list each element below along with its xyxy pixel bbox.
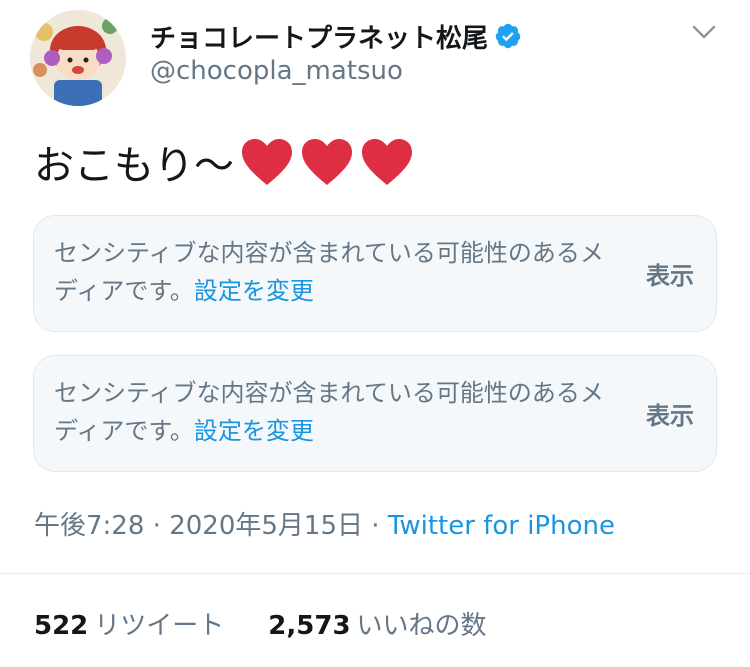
sensitive-media-card: センシティブな内容が含まれている可能性のあるメディアです。設定を変更 表示	[33, 355, 717, 472]
change-settings-link[interactable]: 設定を変更	[194, 277, 314, 305]
show-media-button[interactable]: 表示	[646, 396, 694, 431]
name-row: チョコレートプラネット松尾	[150, 16, 522, 56]
divider	[0, 573, 750, 574]
meta-separator: ·	[371, 511, 380, 541]
retweet-label[interactable]: リツイート	[94, 611, 224, 641]
tweet-meta: 午後7:28 · 2020年5月15日 · Twitter for iPhone	[34, 505, 615, 542]
tweet-text-content: おこもり〜	[34, 143, 234, 189]
tweet-text: おこもり〜	[34, 132, 414, 192]
like-label[interactable]: いいねの数	[357, 611, 487, 641]
avatar-image	[30, 10, 126, 106]
warning-text: センシティブな内容が含まれている可能性のあるメディアです。	[54, 239, 604, 305]
like-count[interactable]: 2,573	[268, 611, 350, 641]
tweet-time[interactable]: 午後7:28	[34, 511, 144, 541]
sensitive-media-card: センシティブな内容が含まれている可能性のあるメディアです。設定を変更 表示	[33, 215, 717, 332]
tweet-stats: 522 リツイート 2,573 いいねの数	[34, 605, 487, 642]
sensitive-media-warning: センシティブな内容が含まれている可能性のあるメディアです。設定を変更	[54, 374, 614, 450]
red-heart-icon	[242, 139, 292, 185]
chevron-down-icon[interactable]	[690, 22, 718, 42]
meta-separator: ·	[152, 511, 161, 541]
warning-text: センシティブな内容が含まれている可能性のあるメディアです。	[54, 379, 604, 445]
display-name[interactable]: チョコレートプラネット松尾	[150, 18, 488, 55]
tweet-source-link[interactable]: Twitter for iPhone	[388, 511, 615, 541]
retweet-count[interactable]: 522	[34, 611, 88, 641]
avatar[interactable]	[30, 10, 126, 106]
red-heart-icon	[362, 139, 412, 185]
red-heart-icon	[302, 139, 352, 185]
tweet-date[interactable]: 2020年5月15日	[169, 511, 363, 541]
verified-badge-icon	[495, 23, 521, 49]
change-settings-link[interactable]: 設定を変更	[194, 417, 314, 445]
show-media-button[interactable]: 表示	[646, 256, 694, 291]
sensitive-media-warning: センシティブな内容が含まれている可能性のあるメディアです。設定を変更	[54, 234, 614, 310]
user-handle[interactable]: @chocopla_matsuo	[150, 56, 403, 86]
